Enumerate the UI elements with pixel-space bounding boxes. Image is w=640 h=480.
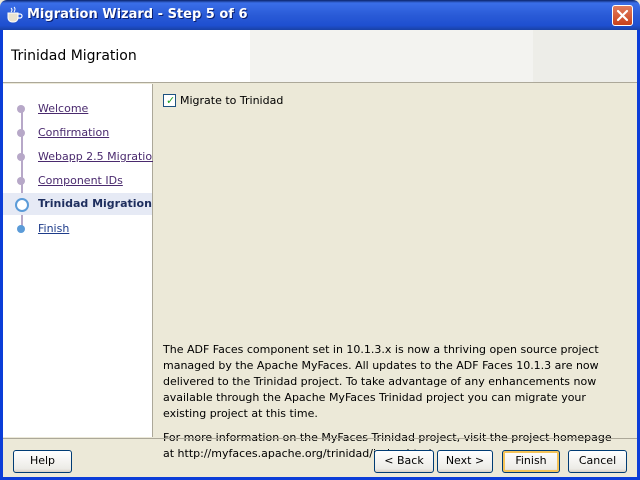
step-label[interactable]: Webapp 2.5 Migration <box>38 150 159 163</box>
step-bullet-icon <box>17 153 25 161</box>
checkmark-icon: ✓ <box>166 94 176 107</box>
title-bar[interactable]: Migration Wizard - Step 5 of 6 <box>0 0 640 30</box>
close-icon <box>616 9 629 22</box>
step-confirmation[interactable]: Confirmation <box>3 122 152 144</box>
step-label[interactable]: Component IDs <box>38 174 123 187</box>
page-title: Trinidad Migration <box>11 48 137 64</box>
step-bullet-icon <box>17 129 25 137</box>
close-button[interactable] <box>612 5 633 26</box>
step-component-ids[interactable]: Component IDs <box>3 170 152 192</box>
step-bullet-icon <box>17 177 25 185</box>
step-bullet-icon <box>17 105 25 113</box>
back-button[interactable]: < Back <box>374 450 434 473</box>
coffee-cup-icon <box>7 6 23 23</box>
wizard-content: ✓ Migrate to Trinidad The ADF Faces comp… <box>153 84 637 460</box>
step-label: Trinidad Migration <box>38 197 152 210</box>
step-trinidad-migration[interactable]: Trinidad Migration <box>3 193 152 215</box>
window-title: Migration Wizard - Step 5 of 6 <box>27 7 248 22</box>
current-step-icon <box>15 198 29 212</box>
migrate-to-trinidad-checkbox[interactable]: ✓ <box>163 94 176 107</box>
cancel-button[interactable]: Cancel <box>568 450 627 473</box>
step-finish[interactable]: Finish <box>3 218 152 240</box>
step-label[interactable]: Finish <box>38 222 69 235</box>
description-paragraph: The ADF Faces component set in 10.1.3.x … <box>163 343 599 420</box>
step-webapp-migration[interactable]: Webapp 2.5 Migration <box>3 146 159 168</box>
wizard-steps-sidebar: Welcome Confirmation Webapp 2.5 Migratio… <box>3 84 159 437</box>
step-welcome[interactable]: Welcome <box>3 98 152 120</box>
header-band <box>250 30 533 82</box>
footer-divider <box>3 438 637 439</box>
migrate-to-trinidad-label[interactable]: Migrate to Trinidad <box>180 94 283 107</box>
step-label[interactable]: Confirmation <box>38 126 109 139</box>
finish-button[interactable]: Finish <box>502 450 560 473</box>
step-label[interactable]: Welcome <box>38 102 88 115</box>
step-bullet-icon <box>17 225 25 233</box>
header-band-right <box>533 30 637 82</box>
help-button[interactable]: Help <box>13 450 72 473</box>
wizard-header: Trinidad Migration <box>3 30 637 83</box>
next-button[interactable]: Next > <box>437 450 493 473</box>
